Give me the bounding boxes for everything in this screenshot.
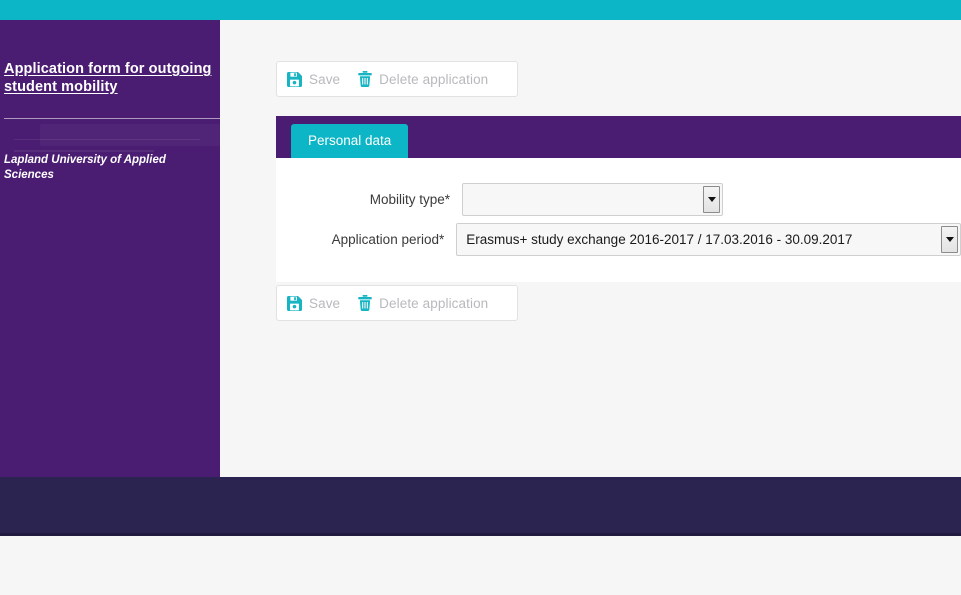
sidebar-ghost-block bbox=[40, 124, 220, 146]
trash-can-icon bbox=[358, 295, 372, 311]
floppy-disk-save-icon bbox=[287, 71, 302, 87]
top-accent-bar bbox=[0, 0, 961, 20]
application-page: Application form for outgoing student mo… bbox=[0, 0, 961, 595]
form-row-application-period: Application period* Erasmus+ study excha… bbox=[276, 219, 961, 259]
panel-form-body: Mobility type* Application period* Erasm… bbox=[276, 158, 961, 282]
delete-application-button[interactable]: Delete application bbox=[348, 62, 496, 96]
sidebar-title-link[interactable]: Application form for outgoing student mo… bbox=[4, 60, 216, 96]
application-period-select[interactable]: Erasmus+ study exchange 2016-2017 / 17.0… bbox=[456, 222, 961, 256]
chevron-down-icon[interactable] bbox=[703, 185, 720, 213]
panel-tab-bar: Personal data bbox=[276, 116, 961, 158]
delete-application-button-label: Delete application bbox=[379, 295, 489, 311]
tab-personal-data[interactable]: Personal data bbox=[291, 124, 409, 158]
save-button-label: Save bbox=[309, 71, 341, 87]
sidebar-organization-name: Lapland University of Applied Sciences bbox=[4, 154, 166, 181]
delete-application-button-bottom[interactable]: Delete application bbox=[348, 286, 496, 320]
mobility-type-select[interactable] bbox=[462, 182, 723, 216]
page-footer bbox=[0, 477, 961, 533]
sidebar-ghost-line bbox=[14, 139, 200, 140]
personal-data-panel: Personal data Mobility type* Application… bbox=[276, 116, 961, 282]
chevron-down-icon[interactable] bbox=[941, 225, 958, 253]
delete-application-button-label: Delete application bbox=[379, 71, 489, 87]
application-period-value: Erasmus+ study exchange 2016-2017 / 17.0… bbox=[466, 231, 853, 247]
below-fold-area bbox=[0, 536, 961, 595]
trash-can-icon bbox=[358, 71, 372, 87]
save-button-bottom[interactable]: Save bbox=[277, 286, 348, 320]
form-row-mobility-type: Mobility type* bbox=[276, 179, 961, 219]
floppy-disk-save-icon bbox=[287, 295, 302, 311]
sidebar-ghost-dots bbox=[14, 150, 154, 152]
save-button[interactable]: Save bbox=[277, 62, 348, 96]
action-bar-bottom: Save Delete application bbox=[276, 285, 518, 321]
save-button-label: Save bbox=[309, 295, 341, 311]
mobility-type-label: Mobility type* bbox=[369, 191, 450, 207]
sidebar-divider bbox=[4, 118, 220, 119]
sidebar: Application form for outgoing student mo… bbox=[0, 20, 220, 477]
action-bar-top: Save Delete application bbox=[276, 61, 518, 97]
caret-glyph bbox=[945, 236, 954, 242]
caret-glyph bbox=[707, 196, 716, 202]
main-content: Save Delete application Personal data Mo… bbox=[220, 20, 961, 477]
application-period-label: Application period* bbox=[331, 231, 445, 247]
